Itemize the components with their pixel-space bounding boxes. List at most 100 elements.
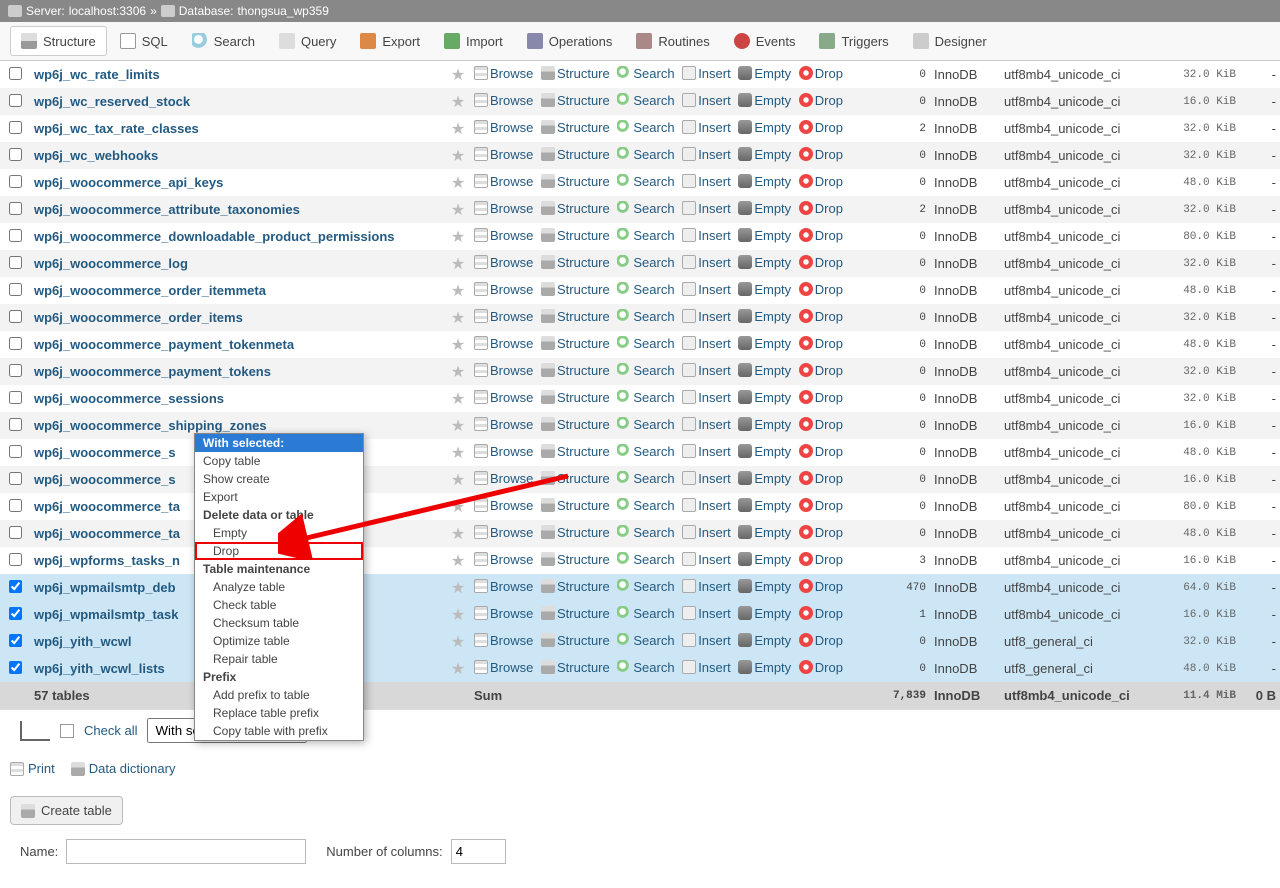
insert-action[interactable]: Insert: [682, 228, 731, 243]
browse-action[interactable]: Browse: [474, 444, 533, 459]
browse-action[interactable]: Browse: [474, 363, 533, 378]
browse-action[interactable]: Browse: [474, 66, 533, 81]
structure-action[interactable]: Structure: [541, 525, 610, 540]
table-name-link[interactable]: wp6j_woocommerce_order_items: [34, 310, 243, 325]
ctx-empty[interactable]: Empty: [195, 524, 363, 542]
tab-triggers[interactable]: Triggers: [808, 26, 899, 56]
drop-action[interactable]: Drop: [799, 552, 843, 567]
row-checkbox[interactable]: [9, 310, 22, 323]
db-link[interactable]: thongsua_wp359: [237, 4, 328, 18]
browse-action[interactable]: Browse: [474, 93, 533, 108]
browse-action[interactable]: Browse: [474, 390, 533, 405]
empty-action[interactable]: Empty: [738, 228, 791, 243]
search-action[interactable]: Search: [617, 417, 674, 432]
favorite-star-icon[interactable]: ★: [451, 148, 465, 165]
row-checkbox[interactable]: [9, 472, 22, 485]
browse-action[interactable]: Browse: [474, 228, 533, 243]
insert-action[interactable]: Insert: [682, 120, 731, 135]
drop-action[interactable]: Drop: [799, 93, 843, 108]
favorite-star-icon[interactable]: ★: [451, 121, 465, 138]
structure-action[interactable]: Structure: [541, 498, 610, 513]
drop-action[interactable]: Drop: [799, 606, 843, 621]
tab-export[interactable]: Export: [349, 26, 431, 56]
search-action[interactable]: Search: [617, 606, 674, 621]
table-name-link[interactable]: wp6j_wpmailsmtp_deb: [34, 580, 176, 595]
table-name-link[interactable]: wp6j_woocommerce_payment_tokenmeta: [34, 337, 294, 352]
structure-action[interactable]: Structure: [541, 147, 610, 162]
browse-action[interactable]: Browse: [474, 498, 533, 513]
search-action[interactable]: Search: [617, 120, 674, 135]
search-action[interactable]: Search: [617, 282, 674, 297]
empty-action[interactable]: Empty: [738, 336, 791, 351]
empty-action[interactable]: Empty: [738, 174, 791, 189]
table-name-link[interactable]: wp6j_wpmailsmtp_task: [34, 607, 179, 622]
favorite-star-icon[interactable]: ★: [451, 364, 465, 381]
row-checkbox[interactable]: [9, 607, 22, 620]
favorite-star-icon[interactable]: ★: [451, 175, 465, 192]
insert-action[interactable]: Insert: [682, 93, 731, 108]
tab-routines[interactable]: Routines: [625, 26, 720, 56]
empty-action[interactable]: Empty: [738, 579, 791, 594]
search-action[interactable]: Search: [617, 363, 674, 378]
favorite-star-icon[interactable]: ★: [451, 283, 465, 300]
search-action[interactable]: Search: [617, 201, 674, 216]
favorite-star-icon[interactable]: ★: [451, 337, 465, 354]
structure-action[interactable]: Structure: [541, 336, 610, 351]
drop-action[interactable]: Drop: [799, 363, 843, 378]
row-checkbox[interactable]: [9, 580, 22, 593]
browse-action[interactable]: Browse: [474, 660, 533, 675]
drop-action[interactable]: Drop: [799, 228, 843, 243]
drop-action[interactable]: Drop: [799, 255, 843, 270]
search-action[interactable]: Search: [617, 471, 674, 486]
browse-action[interactable]: Browse: [474, 147, 533, 162]
row-checkbox[interactable]: [9, 418, 22, 431]
structure-action[interactable]: Structure: [541, 228, 610, 243]
row-checkbox[interactable]: [9, 121, 22, 134]
browse-action[interactable]: Browse: [474, 525, 533, 540]
insert-action[interactable]: Insert: [682, 471, 731, 486]
empty-action[interactable]: Empty: [738, 417, 791, 432]
ctx-add-prefix[interactable]: Add prefix to table: [195, 686, 363, 704]
structure-action[interactable]: Structure: [541, 417, 610, 432]
search-action[interactable]: Search: [617, 255, 674, 270]
search-action[interactable]: Search: [617, 93, 674, 108]
drop-action[interactable]: Drop: [799, 147, 843, 162]
empty-action[interactable]: Empty: [738, 660, 791, 675]
search-action[interactable]: Search: [617, 147, 674, 162]
server-link[interactable]: localhost:3306: [69, 4, 146, 18]
insert-action[interactable]: Insert: [682, 525, 731, 540]
row-checkbox[interactable]: [9, 661, 22, 674]
browse-action[interactable]: Browse: [474, 336, 533, 351]
insert-action[interactable]: Insert: [682, 255, 731, 270]
favorite-star-icon[interactable]: ★: [451, 202, 465, 219]
row-checkbox[interactable]: [9, 634, 22, 647]
tab-structure[interactable]: Structure: [10, 26, 107, 56]
insert-action[interactable]: Insert: [682, 579, 731, 594]
drop-action[interactable]: Drop: [799, 417, 843, 432]
tab-search[interactable]: Search: [181, 26, 266, 56]
row-checkbox[interactable]: [9, 553, 22, 566]
favorite-star-icon[interactable]: ★: [451, 445, 465, 462]
search-action[interactable]: Search: [617, 390, 674, 405]
table-name-link[interactable]: wp6j_wpforms_tasks_n: [34, 553, 180, 568]
check-all-label[interactable]: Check all: [84, 723, 137, 738]
favorite-star-icon[interactable]: ★: [451, 67, 465, 84]
insert-action[interactable]: Insert: [682, 417, 731, 432]
ctx-drop[interactable]: Drop: [195, 542, 363, 560]
empty-action[interactable]: Empty: [738, 390, 791, 405]
structure-action[interactable]: Structure: [541, 93, 610, 108]
empty-action[interactable]: Empty: [738, 363, 791, 378]
table-name-link[interactable]: wp6j_wc_tax_rate_classes: [34, 121, 199, 136]
empty-action[interactable]: Empty: [738, 147, 791, 162]
tab-designer[interactable]: Designer: [902, 26, 998, 56]
insert-action[interactable]: Insert: [682, 660, 731, 675]
data-dictionary-link[interactable]: Data dictionary: [71, 761, 176, 776]
favorite-star-icon[interactable]: ★: [451, 526, 465, 543]
check-all-checkbox[interactable]: [60, 724, 74, 738]
empty-action[interactable]: Empty: [738, 282, 791, 297]
structure-action[interactable]: Structure: [541, 390, 610, 405]
empty-action[interactable]: Empty: [738, 120, 791, 135]
insert-action[interactable]: Insert: [682, 606, 731, 621]
table-name-link[interactable]: wp6j_woocommerce_sessions: [34, 391, 224, 406]
drop-action[interactable]: Drop: [799, 444, 843, 459]
